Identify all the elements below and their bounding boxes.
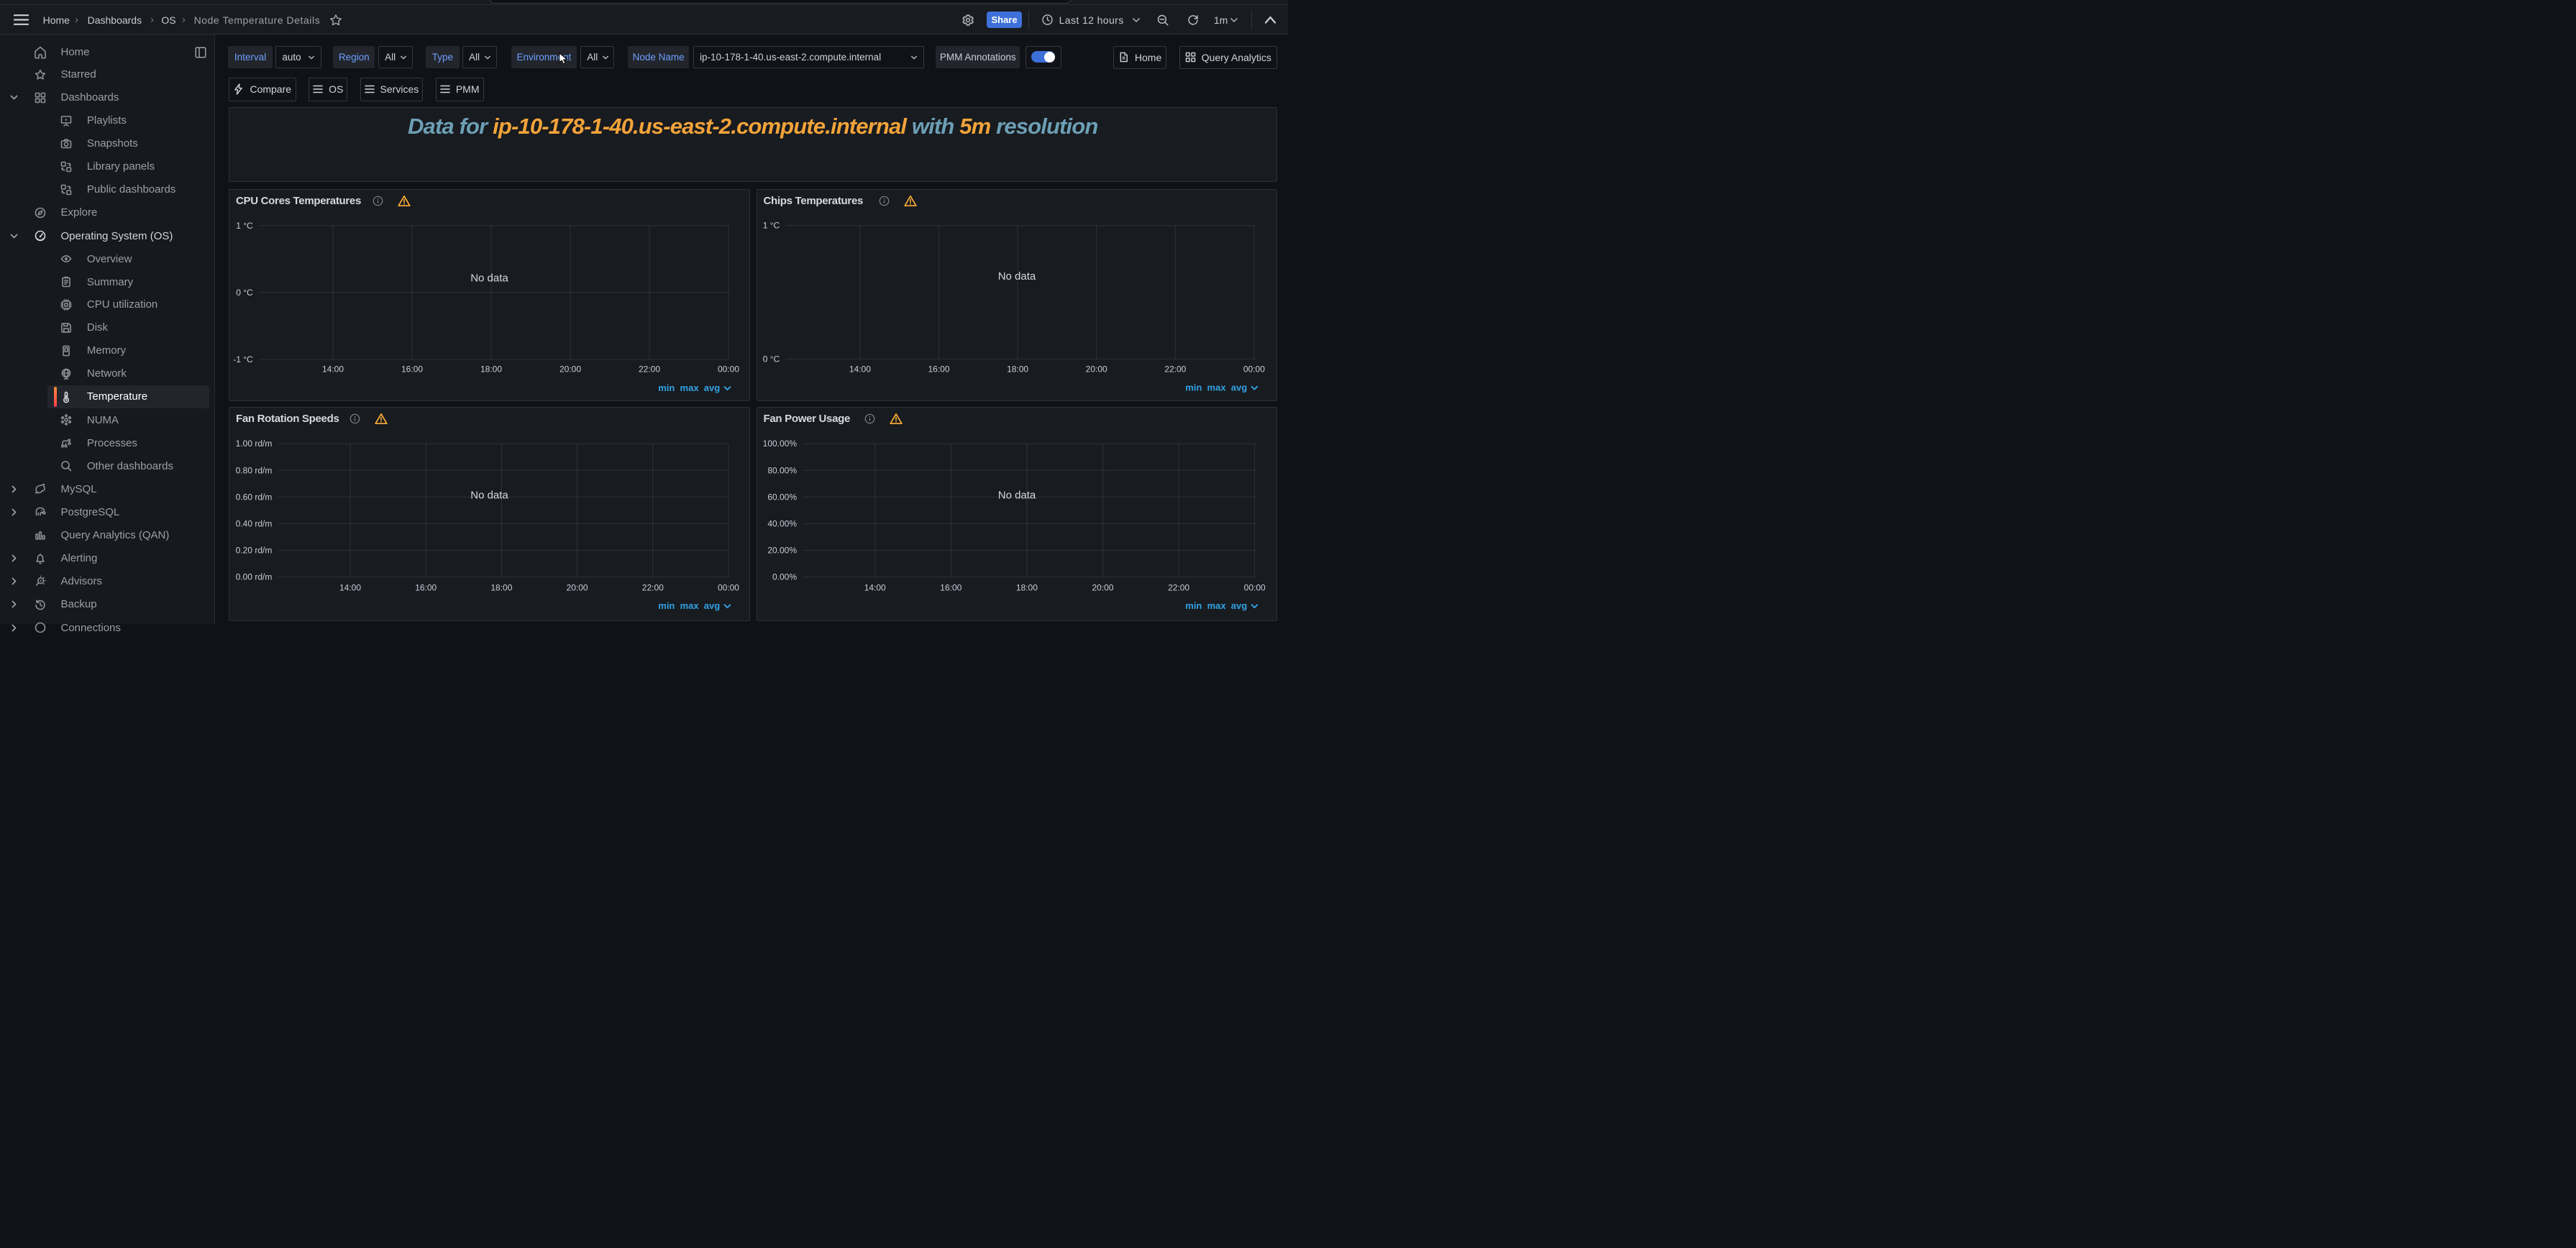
svg-text:min max avg: min max avg xyxy=(658,600,720,611)
svg-text:min max avg: min max avg xyxy=(658,382,720,393)
svg-text:20:00: 20:00 xyxy=(1092,582,1113,592)
svg-text:22:00: 22:00 xyxy=(639,364,660,374)
svg-text:No data: No data xyxy=(997,270,1036,283)
svg-text:0.60 rd/m: 0.60 rd/m xyxy=(236,492,273,502)
svg-text:16:00: 16:00 xyxy=(401,364,423,374)
svg-text:22:00: 22:00 xyxy=(642,582,664,592)
svg-text:-1 °C: -1 °C xyxy=(233,354,253,364)
svg-text:1.00 rd/m: 1.00 rd/m xyxy=(236,439,273,449)
svg-text:00:00: 00:00 xyxy=(1243,364,1264,374)
svg-text:18:00: 18:00 xyxy=(490,582,512,592)
svg-text:100.00%: 100.00% xyxy=(762,439,797,449)
svg-text:20:00: 20:00 xyxy=(559,364,581,374)
svg-text:80.00%: 80.00% xyxy=(767,465,797,475)
svg-text:No data: No data xyxy=(470,489,508,501)
svg-text:00:00: 00:00 xyxy=(718,582,739,592)
svg-text:18:00: 18:00 xyxy=(1015,582,1037,592)
svg-text:22:00: 22:00 xyxy=(1168,582,1189,592)
svg-text:min max avg: min max avg xyxy=(1185,600,1247,611)
svg-text:20.00%: 20.00% xyxy=(767,546,797,556)
svg-text:60.00%: 60.00% xyxy=(767,492,797,502)
svg-text:14:00: 14:00 xyxy=(864,582,885,592)
svg-text:18:00: 18:00 xyxy=(1007,364,1028,374)
svg-text:40.00%: 40.00% xyxy=(767,518,797,528)
svg-text:1 °C: 1 °C xyxy=(762,220,780,230)
svg-text:14:00: 14:00 xyxy=(849,364,870,374)
svg-text:0.20 rd/m: 0.20 rd/m xyxy=(236,546,273,556)
svg-text:22:00: 22:00 xyxy=(1164,364,1186,374)
svg-text:20:00: 20:00 xyxy=(567,582,588,592)
svg-text:18:00: 18:00 xyxy=(480,364,502,374)
svg-text:00:00: 00:00 xyxy=(1243,582,1265,592)
svg-text:16:00: 16:00 xyxy=(928,364,949,374)
svg-text:0 °C: 0 °C xyxy=(236,287,253,297)
svg-text:14:00: 14:00 xyxy=(322,364,344,374)
svg-text:No data: No data xyxy=(997,489,1036,501)
svg-text:16:00: 16:00 xyxy=(415,582,437,592)
svg-text:0 °C: 0 °C xyxy=(762,354,780,364)
svg-text:No data: No data xyxy=(470,272,508,284)
svg-text:0.80 rd/m: 0.80 rd/m xyxy=(236,465,273,475)
svg-text:1 °C: 1 °C xyxy=(236,220,253,230)
svg-text:0.40 rd/m: 0.40 rd/m xyxy=(236,518,273,528)
svg-text:0.00%: 0.00% xyxy=(772,572,797,582)
svg-text:20:00: 20:00 xyxy=(1085,364,1107,374)
svg-text:min max avg: min max avg xyxy=(1185,382,1247,393)
svg-text:16:00: 16:00 xyxy=(940,582,962,592)
svg-text:00:00: 00:00 xyxy=(718,364,739,374)
svg-text:0.00 rd/m: 0.00 rd/m xyxy=(236,572,273,582)
svg-text:14:00: 14:00 xyxy=(339,582,361,592)
